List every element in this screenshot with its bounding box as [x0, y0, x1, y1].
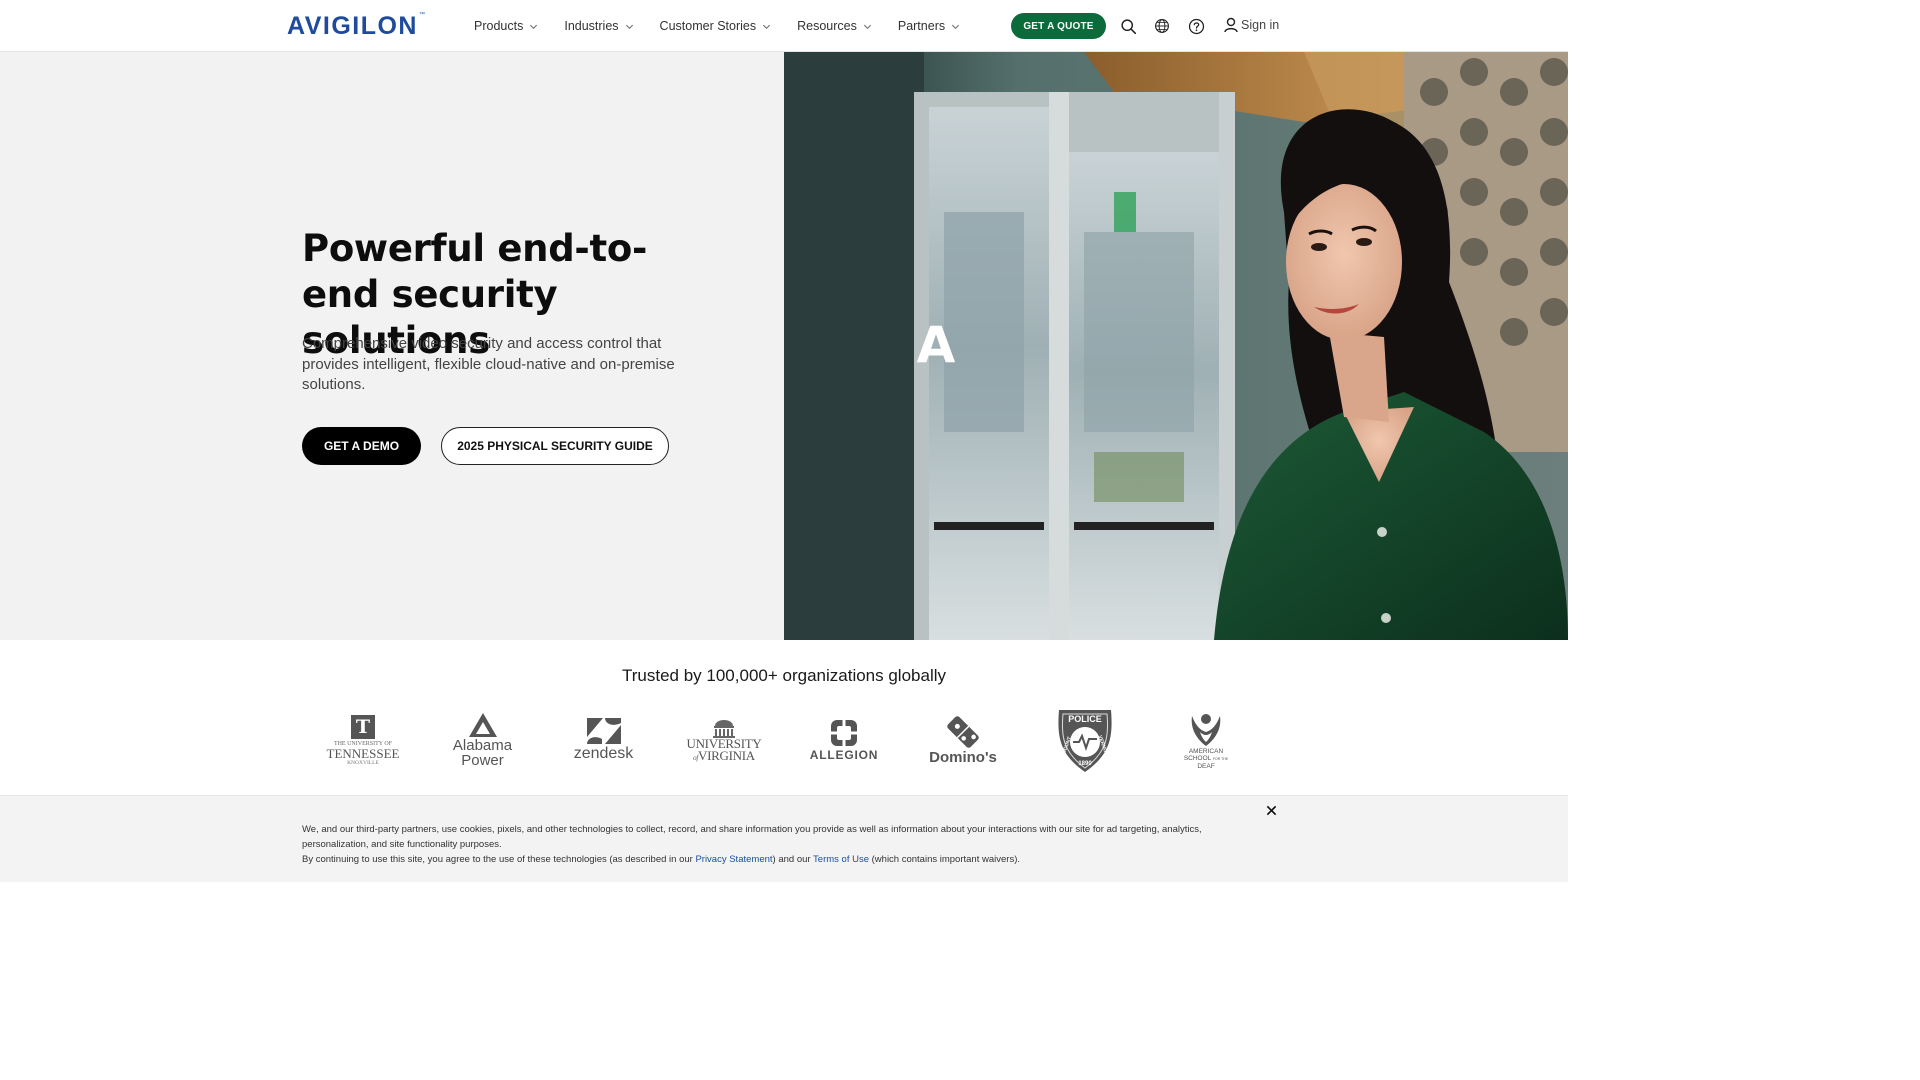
video-overlay-letter: A: [917, 316, 956, 374]
nav-label: Partners: [897, 19, 946, 33]
logo-text: DEAF: [1197, 763, 1215, 770]
nav-resources[interactable]: Resources: [797, 19, 872, 33]
chevron-down-icon: [952, 24, 960, 29]
alabama-power-logo: Alabama Power: [445, 704, 520, 776]
logo-text: POLICE: [1068, 714, 1102, 724]
logo-trademark: ™: [418, 12, 425, 18]
site-header: AVIGILON ™ Products Industries Customer …: [0, 0, 1568, 52]
logo-text: Alabama: [452, 737, 513, 754]
sign-in-label: Sign in: [1241, 18, 1280, 32]
get-a-quote-button[interactable]: GET A QUOTE: [1011, 13, 1106, 39]
asd-mark: [1191, 714, 1221, 746]
help-icon[interactable]: [1186, 16, 1206, 36]
sign-in-link[interactable]: Sign in: [1224, 17, 1279, 33]
nav-products[interactable]: Products: [474, 19, 538, 33]
hero-video[interactable]: A: [784, 52, 1568, 640]
terms-of-use-link[interactable]: Terms of Use: [813, 854, 869, 865]
cookie-notice-line: We, and our third-party partners, use co…: [302, 824, 1202, 850]
close-icon[interactable]: [1263, 802, 1279, 818]
logo-text: VIRGINIA: [698, 748, 755, 763]
cookie-text-segment: (which contains important waivers).: [869, 854, 1020, 865]
nav-partners[interactable]: Partners: [898, 19, 960, 33]
police-badge-mark: POLICE MOUNT VERNON 1890: [1058, 710, 1112, 772]
logo-text: Domino's: [929, 748, 997, 766]
rotunda-mark: [713, 720, 735, 738]
mount-vernon-police-logo: POLICE MOUNT VERNON 1890: [1049, 704, 1121, 776]
nav-label: Resources: [797, 19, 857, 33]
alabama-power-mark: [468, 713, 497, 737]
logo-text: ALLEGION: [809, 748, 879, 762]
chevron-down-icon: [625, 24, 633, 29]
university-of-virginia-logo: UNIVERSITY ofVIRGINIA: [683, 704, 765, 776]
zendesk-logo: zendesk: [566, 704, 641, 776]
logo-text: KNOXVILLE: [347, 759, 379, 766]
cookie-text-segment: ) and our: [772, 854, 814, 865]
logo-text: AMERICAN: [1188, 748, 1224, 755]
main-nav: Products Industries Customer Stories Res…: [474, 0, 986, 52]
dominos-mark: [947, 715, 979, 748]
nav-label: Industries: [564, 19, 619, 33]
logo-text: SCHOOL: [1183, 755, 1212, 762]
logo-text: FOR THE: [1212, 757, 1229, 761]
allegion-mark: [831, 720, 857, 746]
trusted-title: Trusted by 100,000+ organizations global…: [622, 666, 946, 685]
globe-icon[interactable]: [1152, 16, 1172, 36]
cookie-consent-line: By continuing to use this site, you agre…: [302, 852, 1242, 867]
security-guide-button[interactable]: 2025 PHYSICAL SECURITY GUIDE: [441, 427, 669, 465]
avigilon-logo[interactable]: AVIGILON ™: [287, 12, 425, 40]
logo-text: zendesk: [573, 745, 634, 762]
nav-industries[interactable]: Industries: [564, 19, 633, 33]
privacy-statement-link[interactable]: Privacy Statement: [695, 854, 772, 865]
allegion-logo: ALLEGION: [806, 704, 882, 776]
logo-text: TENNESSEE: [326, 745, 400, 761]
nav-label: Products: [474, 19, 524, 33]
cookie-text-segment: By continuing to use this site, you agre…: [302, 854, 696, 865]
hero-subtitle: Comprehensive video security and access …: [302, 335, 675, 393]
chevron-down-icon: [530, 24, 538, 29]
zendesk-mark: [586, 718, 621, 744]
logo-text: 1890: [1078, 761, 1092, 767]
get-a-demo-button[interactable]: GET A DEMO: [302, 427, 421, 465]
chevron-down-icon: [863, 24, 871, 29]
search-icon[interactable]: [1118, 16, 1138, 36]
logo-text: Power: [461, 752, 504, 769]
dominos-logo: Domino's: [925, 704, 1001, 776]
chevron-down-icon: [763, 24, 771, 29]
american-school-for-the-deaf-logo: AMERICAN SCHOOL FOR THE DEAF: [1175, 704, 1237, 776]
hero-video-frame: A: [784, 52, 1568, 640]
cookie-text: We, and our third-party partners, use co…: [302, 822, 1242, 867]
logo-wordmark: AVIGILON: [287, 11, 418, 40]
customer-logos: T THE UNIVERSITY OF TENNESSEE KNOXVILLE …: [0, 704, 1568, 776]
nav-label: Customer Stories: [659, 19, 757, 33]
tennessee-logo: T THE UNIVERSITY OF TENNESSEE KNOXVILLE: [323, 704, 403, 776]
tennessee-mark: T: [351, 714, 375, 739]
user-icon: [1224, 17, 1238, 33]
nav-customer-stories[interactable]: Customer Stories: [660, 19, 772, 33]
